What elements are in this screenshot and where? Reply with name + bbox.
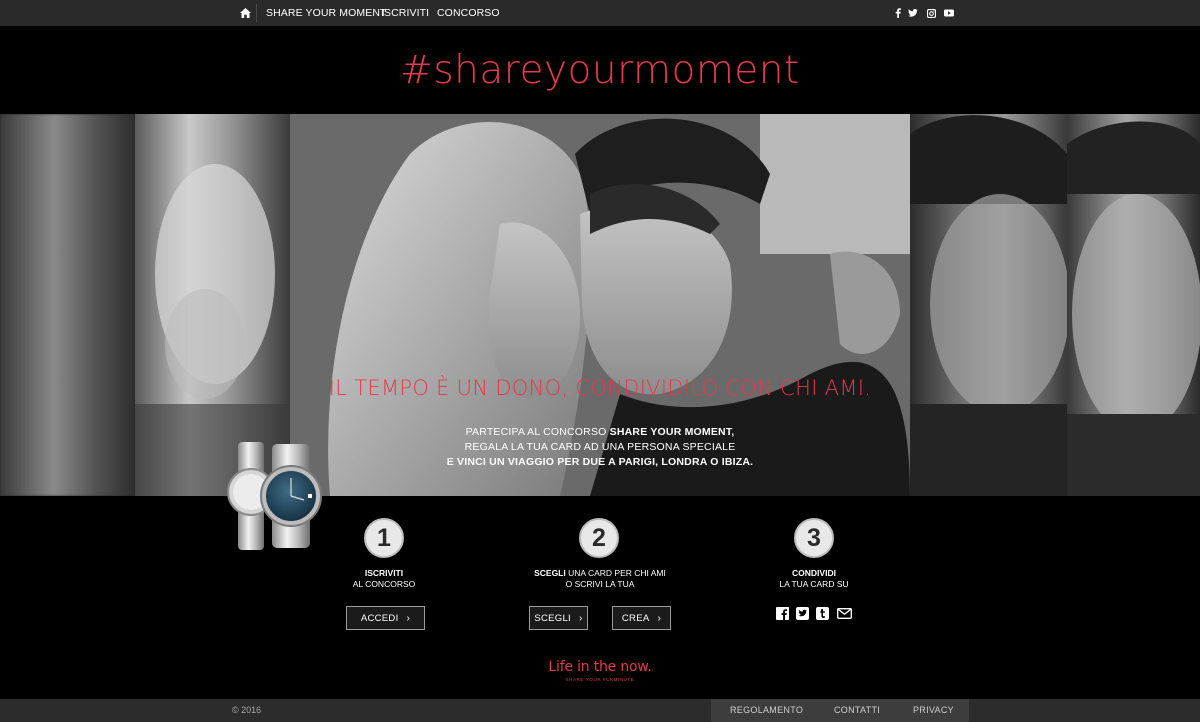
copyright: © 2016 bbox=[232, 705, 262, 715]
footer-link-privacy[interactable]: PRIVACY bbox=[913, 705, 954, 715]
facebook-icon[interactable] bbox=[775, 606, 789, 620]
hero-side-image bbox=[135, 114, 290, 496]
email-icon[interactable] bbox=[836, 606, 852, 620]
twitter-icon[interactable] bbox=[795, 606, 809, 620]
scegli-button-label: SCEGLI bbox=[534, 612, 571, 624]
step-2-subtitle: O SCRIVI LA TUA bbox=[565, 579, 635, 589]
hero-tagline: IL TEMPO È UN DONO, CONDIVIDILO CON CHI … bbox=[328, 376, 872, 400]
step-number-3: 3 bbox=[794, 518, 834, 558]
hero-copy-line1-prefix: PARTECIPA AL CONCORSO bbox=[465, 426, 610, 438]
hero-copy-line1: PARTECIPA AL CONCORSO SHARE YOUR MOMENT, bbox=[290, 425, 910, 440]
bottom-bar: © 2016 REGOLAMENTO CONTATTI PRIVACY bbox=[0, 699, 1200, 722]
step-1-text: ISCRIVITI AL CONCORSO bbox=[334, 568, 434, 590]
footer-brand-subtitle: SHARE YOUR #CKMINUTE bbox=[565, 677, 635, 682]
hero-side-image bbox=[1067, 114, 1200, 496]
home-icon[interactable] bbox=[236, 4, 254, 22]
step-number-2: 2 bbox=[579, 518, 619, 558]
top-nav: SHARE YOUR MOMENT ISCRIVITI CONCORSO bbox=[0, 0, 1200, 26]
step-1-title: ISCRIVITI bbox=[334, 568, 434, 579]
step-3-title-bold: CONDIVIDI bbox=[792, 568, 836, 578]
hero-banner: IL TEMPO È UN DONO, CONDIVIDILO CON CHI … bbox=[0, 114, 1200, 496]
step-1-title-bold: ISCRIVITI bbox=[364, 568, 404, 578]
youtube-icon[interactable] bbox=[943, 7, 955, 19]
chevron-right-icon: › bbox=[657, 612, 662, 624]
footer-link-regolamento[interactable]: REGOLAMENTO bbox=[730, 705, 803, 715]
accedi-button-label: ACCEDI bbox=[360, 612, 399, 624]
tumblr-icon[interactable] bbox=[815, 606, 829, 620]
footer-brand: Life in the now. SHARE YOUR #CKMINUTE bbox=[500, 659, 700, 682]
chevron-right-icon: › bbox=[406, 612, 411, 624]
facebook-icon[interactable] bbox=[892, 7, 904, 19]
hero-copy-line1-bold: SHARE YOUR MOMENT, bbox=[609, 426, 735, 438]
chevron-right-icon: › bbox=[579, 612, 583, 624]
nav-link-share-your-moment[interactable]: SHARE YOUR MOMENT bbox=[266, 7, 387, 19]
step-3-subtitle: LA TUA CARD SU bbox=[779, 579, 849, 589]
crea-button-label: CREA bbox=[621, 612, 650, 624]
page-title: #shareyourmoment bbox=[400, 48, 800, 93]
nav-link-iscriviti[interactable]: ISCRIVITI bbox=[381, 7, 429, 19]
hero-copy-line3: E VINCI UN VIAGGIO PER DUE A PARIGI, LON… bbox=[446, 456, 754, 468]
instagram-icon[interactable] bbox=[925, 7, 937, 19]
step-2-title-rest: UNA CARD PER CHI AMI bbox=[565, 568, 666, 578]
scegli-button[interactable]: SCEGLI › bbox=[529, 606, 588, 630]
step-2-title-bold: SCEGLI bbox=[534, 568, 566, 578]
crea-button[interactable]: CREA › bbox=[612, 606, 671, 630]
hero-copy-line2: REGALA LA TUA CARD AD UNA PERSONA SPECIA… bbox=[464, 441, 736, 453]
twitter-icon[interactable] bbox=[907, 7, 919, 19]
step-2-title: SCEGLI UNA CARD PER CHI AMI bbox=[520, 568, 680, 579]
hero-side-image bbox=[910, 114, 1067, 496]
brand-header: #shareyourmoment bbox=[0, 26, 1200, 114]
footer-links: REGOLAMENTO CONTATTI PRIVACY bbox=[711, 699, 969, 722]
watch-product-image bbox=[224, 440, 328, 552]
step-1-subtitle: AL CONCORSO bbox=[352, 579, 416, 589]
step-2-text: SCEGLI UNA CARD PER CHI AMI O SCRIVI LA … bbox=[520, 568, 680, 590]
footer-link-contatti[interactable]: CONTATTI bbox=[834, 705, 880, 715]
step-3-title: CONDIVIDI bbox=[764, 568, 864, 579]
footer-brand-title: Life in the now. bbox=[548, 659, 652, 675]
hero-copy: PARTECIPA AL CONCORSO SHARE YOUR MOMENT,… bbox=[290, 425, 910, 470]
accedi-button[interactable]: ACCEDI › bbox=[346, 606, 425, 630]
nav-divider bbox=[256, 4, 257, 22]
step-number-1: 1 bbox=[364, 518, 404, 558]
step-3-text: CONDIVIDI LA TUA CARD SU bbox=[764, 568, 864, 590]
hero-side-image bbox=[0, 114, 135, 496]
nav-link-concorso[interactable]: CONCORSO bbox=[437, 7, 500, 19]
